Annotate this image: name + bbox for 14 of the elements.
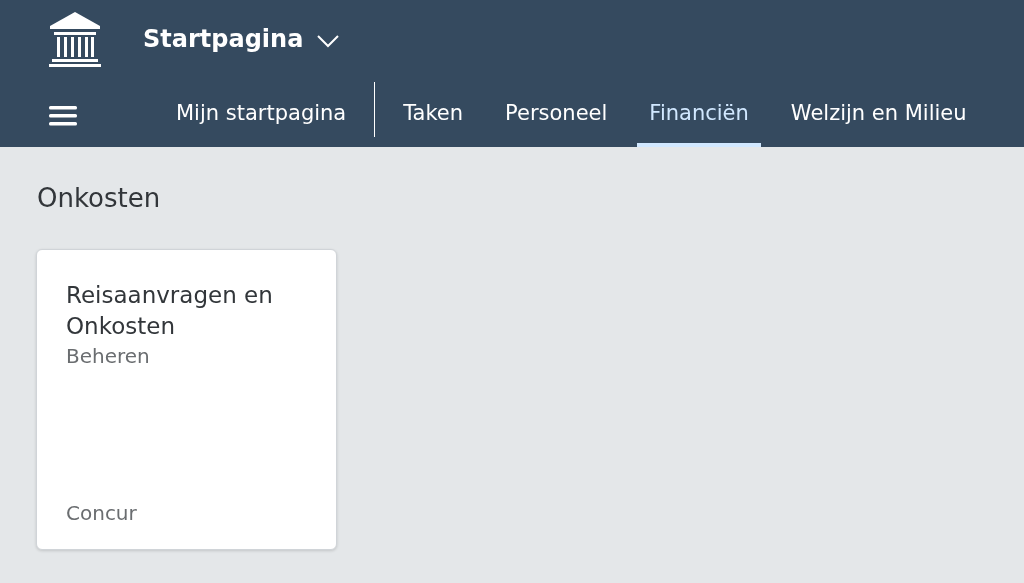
tile-footer: Concur xyxy=(66,501,307,525)
chevron-down-icon[interactable] xyxy=(317,34,340,48)
tile-subtitle: Beheren xyxy=(66,344,151,368)
nav-tab[interactable]: Financiën xyxy=(637,78,761,147)
nav-tab[interactable]: Welzijn en Milieu xyxy=(778,78,979,147)
app-tile[interactable]: Reisaanvragen en Onkosten Beheren Concur xyxy=(36,249,337,550)
section-title: Onkosten xyxy=(37,183,162,213)
menu-icon[interactable] xyxy=(49,104,79,128)
nav-tab[interactable]: Taken xyxy=(391,78,476,147)
tile-title: Reisaanvragen en Onkosten xyxy=(66,281,274,341)
building-icon[interactable] xyxy=(46,10,104,68)
page-title[interactable]: Startpagina xyxy=(143,25,304,53)
nav-tab[interactable]: Personeel xyxy=(493,78,620,147)
nav-tab[interactable]: Mijn startpagina xyxy=(164,78,359,147)
